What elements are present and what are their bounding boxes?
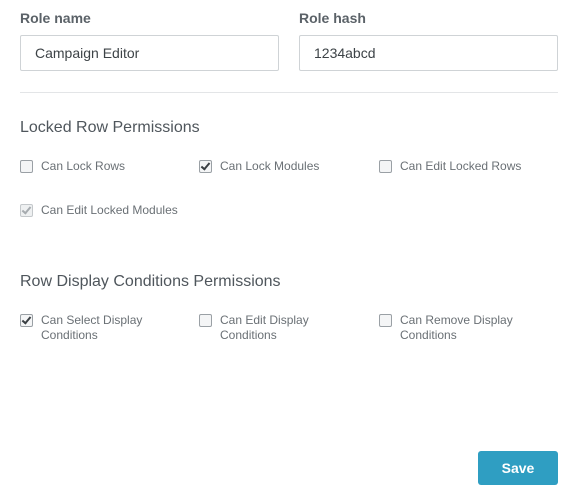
role-name-label: Role name <box>20 10 91 26</box>
checkbox-can-remove-display-conditions[interactable]: Can Remove Display Conditions <box>379 313 540 343</box>
checkbox-icon[interactable] <box>379 314 392 327</box>
save-button[interactable]: Save <box>478 451 558 485</box>
checkbox-checked-icon[interactable] <box>199 160 212 173</box>
checkbox-checked-disabled-icon <box>20 204 33 217</box>
checkbox-label: Can Lock Rows <box>41 159 126 173</box>
checkbox-label: Can Edit Display Conditions <box>220 313 309 342</box>
checkbox-icon[interactable] <box>20 160 33 173</box>
checkbox-can-lock-modules[interactable]: Can Lock Modules <box>199 159 350 174</box>
checkbox-can-edit-locked-modules: Can Edit Locked Modules <box>20 203 201 218</box>
role-hash-label: Role hash <box>299 10 366 26</box>
role-name-input[interactable] <box>20 35 279 71</box>
checkbox-can-select-display-conditions[interactable]: Can Select Display Conditions <box>20 313 161 343</box>
checkbox-label: Can Remove Display Conditions <box>400 313 513 342</box>
checkbox-can-edit-locked-rows[interactable]: Can Edit Locked Rows <box>379 159 530 174</box>
checkbox-label: Can Edit Locked Modules <box>41 203 178 217</box>
checkbox-can-lock-rows[interactable]: Can Lock Rows <box>20 159 171 174</box>
display-conditions-permissions-title: Row Display Conditions Permissions <box>20 273 281 290</box>
role-hash-input[interactable] <box>299 35 558 71</box>
checkbox-checked-icon[interactable] <box>20 314 33 327</box>
checkbox-can-edit-display-conditions[interactable]: Can Edit Display Conditions <box>199 313 330 343</box>
locked-row-permissions-title: Locked Row Permissions <box>20 119 200 136</box>
checkbox-icon[interactable] <box>199 314 212 327</box>
divider <box>20 92 558 93</box>
checkbox-label: Can Lock Modules <box>220 159 320 173</box>
checkbox-label: Can Edit Locked Rows <box>400 159 522 173</box>
checkbox-icon[interactable] <box>379 160 392 173</box>
checkbox-label: Can Select Display Conditions <box>41 313 143 342</box>
